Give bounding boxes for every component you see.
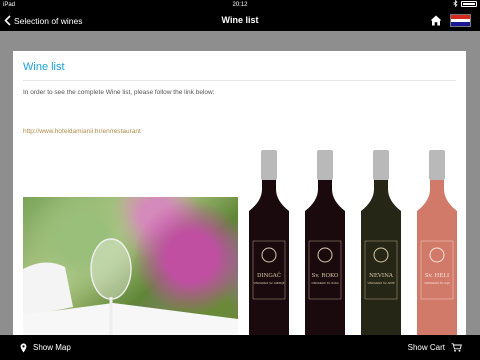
bottle-capsule	[317, 150, 333, 180]
language-flag-icon[interactable]	[450, 14, 471, 27]
back-button-label: Selection of wines	[14, 15, 83, 26]
chevron-left-icon	[4, 15, 11, 26]
flag-stripe-blue	[451, 22, 470, 26]
wine-glass-illustration	[23, 238, 238, 335]
map-pin-icon	[20, 343, 27, 352]
bottom-toolbar: Show Map Show Cart	[0, 335, 480, 360]
bottle-name: DINGAČ	[257, 271, 281, 279]
restaurant-link[interactable]: http://www.hoteldamianii.hr/en/restauran…	[23, 128, 141, 135]
back-button[interactable]: Selection of wines	[4, 10, 83, 31]
wine-image-card: DINGAČ VINOGRADI SV. ANDRIJE Sv. ROKO VINOG…	[13, 145, 466, 335]
show-cart-label: Show Cart	[407, 343, 445, 352]
status-bar: iPad 20:12	[0, 0, 480, 10]
cart-icon	[451, 343, 462, 352]
content-area[interactable]: Wine list In order to see the complete W…	[0, 31, 480, 335]
show-map-label: Show Map	[33, 343, 71, 352]
wine-glass-photo	[23, 197, 238, 335]
bottle-capsule	[373, 150, 389, 180]
card-text: In order to see the complete Wine list, …	[23, 89, 215, 96]
bottle-subtitle: VINOGRADI SV. ANDRIJE	[253, 281, 284, 285]
bottle-name: Sv. ROKO	[312, 273, 339, 279]
bottle-capsule	[261, 150, 277, 180]
card-divider	[23, 80, 456, 81]
wine-bottles-photo: DINGAČ VINOGRADI SV. ANDRIJE Sv. ROKO VINOG…	[241, 145, 466, 335]
show-cart-button[interactable]: Show Cart	[408, 335, 462, 360]
card-title: Wine list	[23, 61, 65, 73]
bottle-subtitle: VINOGRADI SV. ANTE	[367, 281, 395, 285]
battery-icon	[461, 0, 477, 7]
home-icon[interactable]	[430, 15, 442, 26]
status-indicators	[453, 0, 477, 7]
bottle-name: NEVINA	[369, 273, 394, 279]
bottle-subtitle: VINOGRADI SV. ROKA	[311, 281, 339, 285]
show-map-button[interactable]: Show Map	[20, 335, 71, 360]
bottle-capsule	[429, 150, 445, 180]
status-time: 20:12	[232, 2, 248, 8]
bluetooth-icon	[453, 0, 458, 7]
nav-bar: Selection of wines Wine list	[0, 10, 480, 31]
bottle-subtitle: VINOGRADI SV. ILIJE	[424, 281, 450, 285]
bottle-name: Sv. HELI	[425, 273, 449, 279]
